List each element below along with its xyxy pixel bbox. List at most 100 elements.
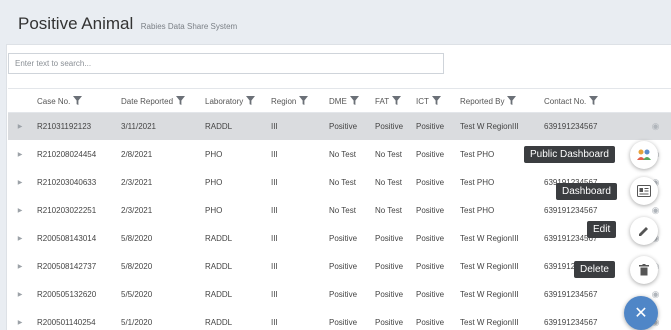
search-input[interactable]	[8, 53, 444, 74]
expand-row-icon[interactable]: ▶	[8, 169, 32, 197]
table-cell: Test W RegionIII	[460, 262, 519, 271]
table-cell: Positive	[416, 234, 445, 243]
edit-label[interactable]: Edit	[587, 221, 617, 238]
table-cell: Positive	[416, 178, 445, 187]
column-header[interactable]: Date Reported	[116, 88, 200, 113]
table-cell: Positive	[375, 290, 404, 299]
table-cell: Positive	[329, 318, 358, 327]
table-cell: 5/8/2020	[121, 234, 153, 243]
table-cell: Positive	[416, 318, 445, 327]
table-cell: 2/3/2021	[121, 178, 153, 187]
table-cell: RADDL	[205, 262, 233, 271]
table-cell: RADDL	[205, 234, 233, 243]
table-cell: No Test	[375, 150, 402, 159]
table-cell: PHO	[205, 206, 223, 215]
table-cell: Positive	[416, 206, 445, 215]
delete-label[interactable]: Delete	[574, 261, 615, 278]
table-cell: No Test	[375, 206, 402, 215]
filter-icon[interactable]	[589, 95, 599, 105]
header-row: Case No. Date Reported Laboratory Region…	[8, 88, 671, 113]
filter-icon[interactable]	[349, 95, 359, 105]
expand-row-icon[interactable]: ▶	[8, 141, 32, 169]
table-cell: III	[271, 234, 278, 243]
close-icon: ✕	[634, 305, 648, 322]
view-icon[interactable]: ◉	[639, 112, 671, 141]
table-cell: 3/11/2021	[116, 112, 200, 141]
table-cell: Positive	[411, 112, 455, 141]
table-cell: Positive	[416, 150, 445, 159]
trash-icon	[639, 264, 649, 276]
filter-icon[interactable]	[176, 95, 186, 105]
expand-row-icon[interactable]: ▶	[8, 112, 32, 141]
table-row[interactable]: ▶ R21031192123 3/11/2021 RADDL III Positive Po…	[8, 112, 671, 141]
table-cell: No Test	[329, 150, 356, 159]
expander-header	[8, 88, 32, 113]
table-cell: Positive	[329, 290, 358, 299]
table-cell: 639191234567	[544, 290, 598, 299]
table-cell: Positive	[329, 262, 358, 271]
filter-icon[interactable]	[392, 95, 402, 105]
column-header[interactable]: Case No.	[32, 88, 116, 113]
expand-row-icon[interactable]: ▶	[8, 197, 32, 225]
column-header[interactable]: DME	[324, 88, 370, 113]
page-header: Positive Animal Rabies Data Share System	[0, 0, 671, 44]
table-cell: R210203040633	[37, 178, 97, 187]
filter-icon[interactable]	[73, 95, 83, 105]
fab-close-button[interactable]: ✕	[624, 296, 658, 330]
filter-icon[interactable]	[299, 95, 309, 105]
table-cell: R21031192123	[32, 112, 116, 141]
edit-button[interactable]	[630, 217, 658, 245]
filter-icon[interactable]	[431, 95, 441, 105]
column-header[interactable]: Laboratory	[200, 88, 266, 113]
table-cell: PHO	[205, 150, 223, 159]
people-group-icon	[637, 149, 651, 160]
dashboard-button[interactable]	[630, 177, 658, 205]
table-row[interactable]: ▶ R210203022251 2/3/2021 PHO III No Test No Te…	[8, 197, 671, 225]
id-card-icon	[637, 185, 651, 197]
table-cell: 2/3/2021	[121, 206, 153, 215]
table-cell: Test W RegionIII	[460, 290, 519, 299]
table-cell: R210208024454	[37, 150, 97, 159]
table-cell: 639191234567	[539, 112, 639, 141]
table-cell: RADDL	[200, 112, 266, 141]
expand-row-icon[interactable]: ▶	[8, 225, 32, 253]
table-cell: Test W RegionIII	[460, 318, 519, 327]
table-cell: Positive	[416, 290, 445, 299]
table-cell: 5/5/2020	[121, 290, 153, 299]
actions-header	[639, 88, 671, 113]
delete-button[interactable]	[630, 256, 658, 284]
table-cell: No Test	[329, 178, 356, 187]
table-cell: Positive	[375, 318, 404, 327]
table-cell: III	[266, 112, 324, 141]
table-cell: R200501140254	[37, 318, 96, 327]
table-row[interactable]: ▶ R200508143014 5/8/2020 RADDL III Positive Po…	[8, 225, 671, 253]
expand-row-icon[interactable]: ▶	[8, 281, 32, 309]
table-row[interactable]: ▶ R200505132620 5/5/2020 RADDL III Positive Po…	[8, 281, 671, 309]
dashboard-label[interactable]: Dashboard	[556, 183, 617, 200]
column-header[interactable]: Contact No.	[539, 88, 639, 113]
table-cell: Test W RegionIII	[455, 112, 539, 141]
table-cell: RADDL	[205, 318, 233, 327]
table-cell: Positive	[375, 262, 404, 271]
expand-row-icon[interactable]: ▶	[8, 253, 32, 281]
table-cell: No Test	[375, 178, 402, 187]
table-row[interactable]: ▶ R200501140254 5/1/2020 RADDL III Positive Po…	[8, 309, 671, 330]
public-dashboard-label[interactable]: Public Dashboard	[524, 146, 615, 163]
table-row[interactable]: ▶ R200508142737 5/8/2020 RADDL III Positive Po…	[8, 253, 671, 281]
table-cell: R200508143014	[37, 234, 97, 243]
public-dashboard-button[interactable]	[630, 141, 658, 169]
page-title: Positive Animal	[18, 14, 134, 33]
column-header[interactable]: Region	[266, 88, 324, 113]
expand-row-icon[interactable]: ▶	[8, 309, 32, 330]
column-header[interactable]: ICT	[411, 88, 455, 113]
table-cell: RADDL	[205, 290, 233, 299]
column-header[interactable]: Reported By	[455, 88, 539, 113]
table-cell: Positive	[370, 112, 411, 141]
table-cell: 2/8/2021	[121, 150, 153, 159]
table-cell: Positive	[416, 262, 445, 271]
table-cell: Test PHO	[460, 206, 495, 215]
column-header[interactable]: FAT	[370, 88, 411, 113]
filter-icon[interactable]	[246, 95, 256, 105]
table-cell: 5/8/2020	[121, 262, 153, 271]
filter-icon[interactable]	[507, 95, 517, 105]
